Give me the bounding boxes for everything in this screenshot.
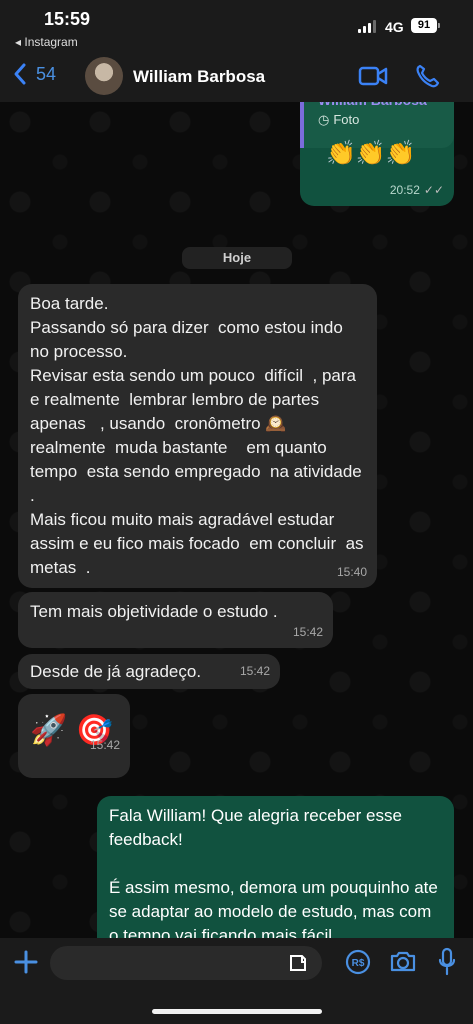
- svg-text:R$: R$: [352, 958, 365, 969]
- incoming-message-bubble[interactable]: Boa tarde. Passando só para dizer como e…: [18, 284, 377, 588]
- message-time: 20:52 ✓✓: [389, 183, 444, 197]
- incoming-message-bubble[interactable]: Desde de já agradeço. 15:42: [18, 654, 280, 689]
- message-text: Boa tarde. Passando só para dizer como e…: [30, 294, 364, 577]
- message-time: 15:42: [292, 625, 323, 639]
- camera-small-icon: ◷: [318, 112, 330, 127]
- emoji-message-bubble[interactable]: 🚀 🎯 15:42: [18, 694, 130, 778]
- avatar[interactable]: [85, 57, 123, 95]
- camera-icon[interactable]: [389, 949, 417, 973]
- read-ticks-icon: ✓✓: [423, 183, 444, 197]
- outgoing-message-bubble[interactable]: William Barbosa ◷Foto 👏👏👏 20:52✓✓: [300, 102, 454, 206]
- chat-area[interactable]: William Barbosa ◷Foto 👏👏👏 20:52✓✓ Hoje B…: [0, 102, 473, 938]
- sticker-icon[interactable]: [287, 952, 309, 974]
- back-button[interactable]: 54: [12, 62, 56, 86]
- payment-icon[interactable]: R$: [345, 949, 371, 975]
- network-label: 4G: [385, 19, 404, 35]
- back-to-instagram[interactable]: ◂ Instagram: [15, 35, 78, 49]
- phone-icon[interactable]: [414, 63, 440, 89]
- clock: 15:59: [44, 9, 91, 29]
- message-input[interactable]: [50, 946, 322, 980]
- message-text: Fala William! Que alegria receber esse f…: [109, 806, 438, 938]
- day-separator: Hoje: [182, 247, 292, 269]
- chevron-left-icon: [14, 63, 26, 85]
- incoming-message-bubble[interactable]: Tem mais objetividade o estudo . 15:42: [18, 592, 333, 648]
- clap-emoji: 👏👏👏: [326, 140, 416, 167]
- signal-icon: [358, 20, 376, 33]
- outgoing-message-bubble[interactable]: Fala William! Que alegria receber esse f…: [97, 796, 454, 938]
- battery-icon: 91: [411, 18, 440, 33]
- message-time: 15:40: [336, 565, 367, 579]
- contact-name[interactable]: William Barbosa: [133, 67, 265, 87]
- video-call-icon[interactable]: [358, 64, 388, 88]
- message-time: 15:42: [239, 664, 270, 678]
- message-time: 15:42: [89, 738, 120, 752]
- microphone-icon[interactable]: [437, 947, 457, 977]
- message-text: Tem mais objetividade o estudo .: [30, 602, 278, 621]
- chat-header: 54 William Barbosa: [0, 52, 473, 102]
- status-bar: 15:59 ◂ Instagram 4G 91: [0, 0, 473, 52]
- unread-count: 54: [36, 63, 57, 84]
- message-composer: R$: [0, 938, 473, 1024]
- quoted-photo-label: ◷ Foto: [318, 108, 359, 132]
- add-attachment-icon[interactable]: [12, 948, 40, 976]
- home-indicator: [152, 1009, 322, 1014]
- message-text: Desde de já agradeço.: [30, 662, 202, 681]
